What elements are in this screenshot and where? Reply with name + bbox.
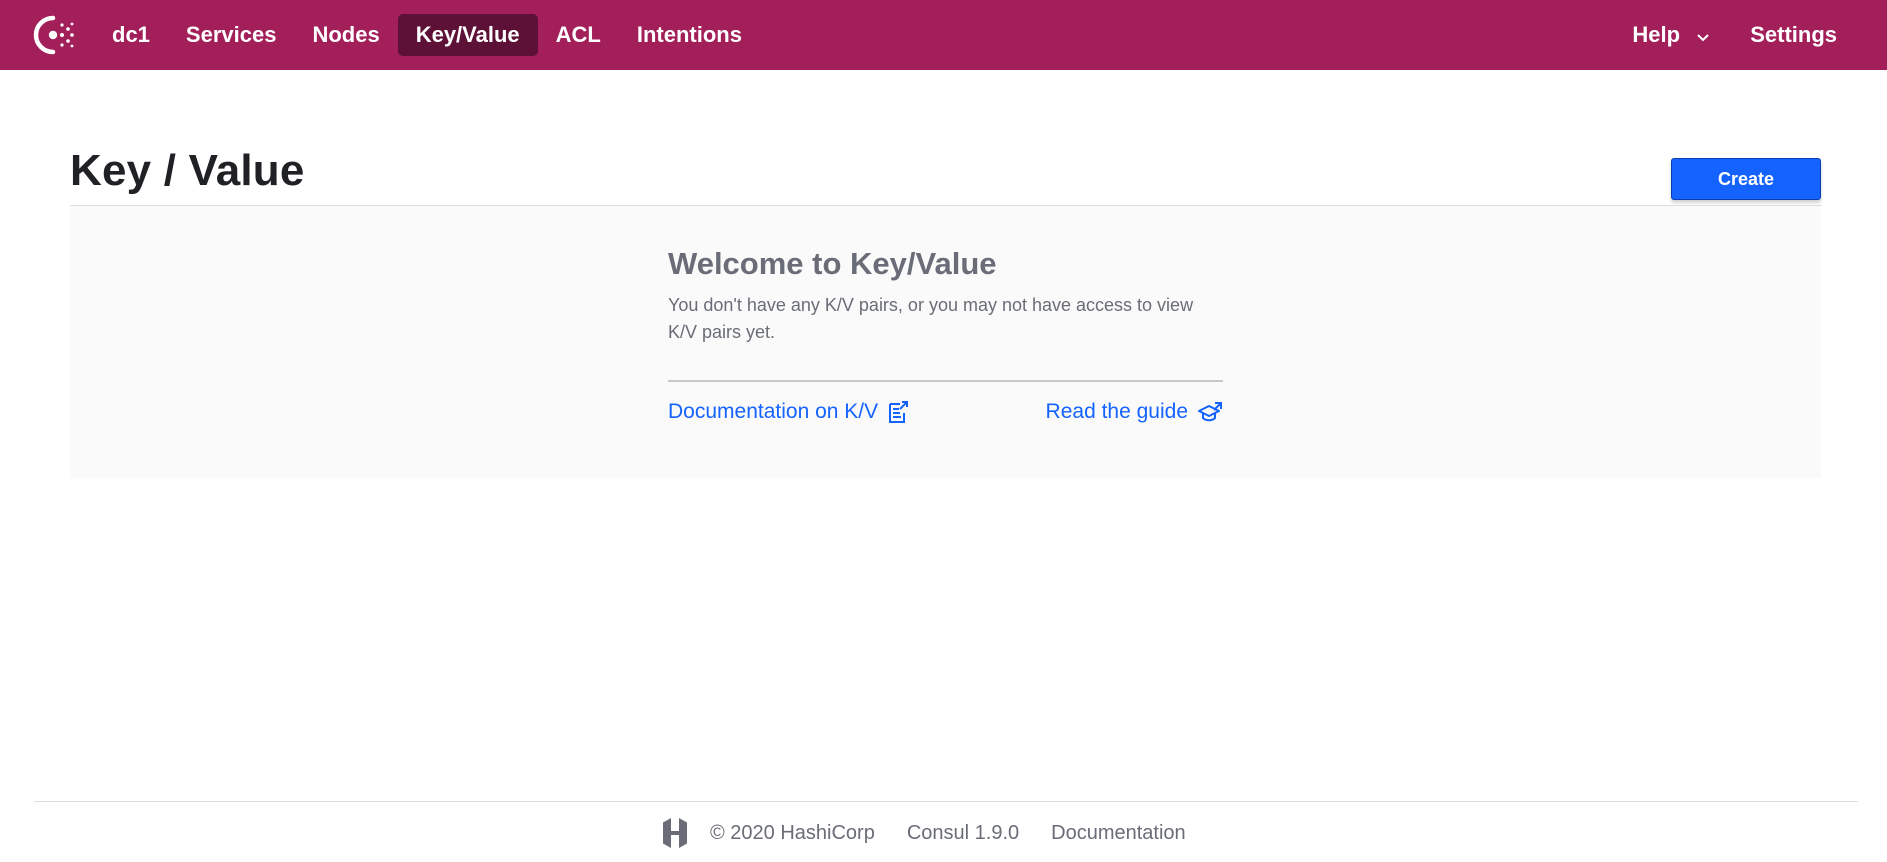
nav-help[interactable]: Help: [1612, 14, 1730, 56]
nav-settings[interactable]: Settings: [1730, 14, 1857, 56]
footer-documentation-link[interactable]: Documentation: [1051, 822, 1186, 845]
nav-intentions[interactable]: Intentions: [619, 14, 760, 56]
documentation-link[interactable]: Documentation on K/V: [668, 400, 909, 424]
nav-services[interactable]: Services: [168, 14, 295, 56]
guide-link-label: Read the guide: [1045, 400, 1188, 423]
create-button[interactable]: Create: [1671, 158, 1821, 200]
footer: © 2020 HashiCorp Consul 1.9.0 Documentat…: [660, 815, 1218, 851]
main-nav: dc1 Services Nodes Key/Value ACL Intenti…: [94, 13, 760, 57]
empty-state: Welcome to Key/Value You don't have any …: [668, 246, 1223, 424]
footer-version: Consul 1.9.0: [906, 821, 1020, 844]
page-title: Key / Value: [70, 146, 305, 195]
hashicorp-logo-icon: [663, 818, 687, 848]
empty-state-body: You don't have any K/V pairs, or you may…: [668, 295, 1194, 342]
empty-state-panel: Welcome to Key/Value You don't have any …: [70, 206, 1821, 478]
guide-link[interactable]: Read the guide: [1046, 400, 1223, 424]
empty-state-divider: [668, 380, 1223, 382]
nav-key-value[interactable]: Key/Value: [397, 14, 538, 56]
documentation-link-label: Documentation on K/V: [668, 400, 879, 423]
nav-help-label: Help: [1632, 22, 1681, 47]
nav-datacenter-dc1[interactable]: dc1: [94, 14, 168, 56]
footer-divider: [34, 801, 1858, 802]
empty-state-actions: Documentation on K/V Read the guide: [668, 400, 1223, 424]
nav-nodes[interactable]: Nodes: [294, 14, 397, 56]
empty-state-title: Welcome to Key/Value: [668, 246, 997, 281]
top-nav: dc1 Services Nodes Key/Value ACL Intenti…: [0, 0, 1887, 70]
secondary-nav: Help Settings: [1612, 13, 1857, 57]
document-icon: [889, 401, 909, 423]
chevron-down-icon: [1696, 15, 1710, 57]
consul-logo-icon[interactable]: [32, 14, 78, 56]
nav-acl[interactable]: ACL: [538, 14, 619, 56]
footer-copyright: © 2020 HashiCorp: [710, 821, 875, 844]
graduation-cap-icon: [1198, 402, 1222, 422]
